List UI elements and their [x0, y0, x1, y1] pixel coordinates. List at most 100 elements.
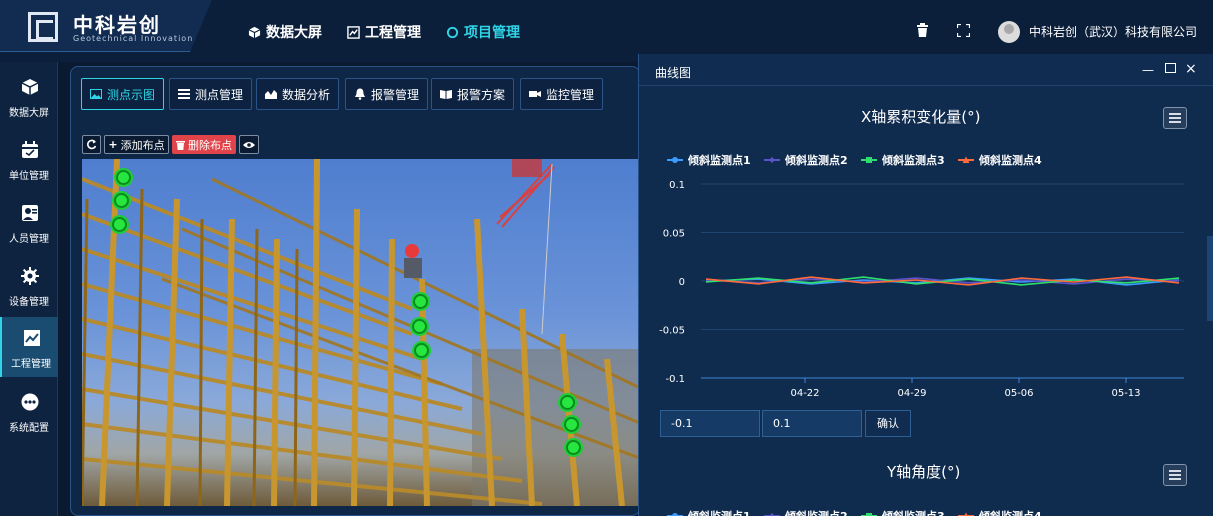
tab-point-mgmt[interactable]: 测点管理 [169, 78, 253, 110]
eye-icon [243, 141, 255, 148]
legend-label: 倾斜监测点2 [785, 508, 848, 516]
measure-point[interactable] [414, 343, 429, 358]
legend-marker [861, 513, 877, 516]
logo-icon [28, 12, 58, 42]
image-icon [90, 89, 102, 99]
sidebar-item-data-screen[interactable]: 数据大屏 [0, 66, 58, 126]
legend-label: 倾斜监测点3 [882, 154, 945, 167]
tab-label: 测点示图 [107, 87, 156, 102]
tab-label: 监控管理 [546, 87, 595, 102]
legend-marker [764, 513, 780, 516]
window-titlebar[interactable]: 曲线图 — × [639, 54, 1213, 86]
trash-icon[interactable] [916, 23, 929, 38]
close-icon[interactable]: × [1185, 61, 1197, 77]
y-tick-label: 0 [679, 277, 685, 288]
measure-point[interactable] [413, 294, 428, 309]
y-tick-label: -0.1 [665, 374, 685, 385]
legend-label: 倾斜监测点4 [979, 508, 1042, 516]
minimize-icon[interactable]: — [1142, 63, 1154, 77]
legend-item-1[interactable]: 倾斜监测点1 [667, 152, 751, 168]
chart2-legend-item-3[interactable]: 倾斜监测点3 [861, 508, 945, 516]
chart2-legend-item-4[interactable]: 倾斜监测点4 [958, 508, 1042, 516]
scrollbar[interactable] [1207, 236, 1213, 321]
tab-label: 数据分析 [282, 87, 331, 102]
chart2-legend-item-2[interactable]: 倾斜监测点2 [764, 508, 848, 516]
cube-icon [21, 79, 39, 95]
x-tick-label: 04-22 [790, 388, 819, 399]
sidebar-item-units[interactable]: 单位管理 [0, 129, 58, 189]
main-panel: 测点示图 测点管理 数据分析 报警管理 报警方案 监控管理 + 添加布点 删除布… [70, 66, 642, 516]
y-tick-label: -0.05 [659, 326, 685, 337]
tab-point-diagram[interactable]: 测点示图 [81, 78, 165, 110]
list-icon [178, 89, 190, 99]
legend-item-3[interactable]: 倾斜监测点3 [861, 152, 945, 168]
area-chart-icon [265, 90, 277, 99]
legend-item-4[interactable]: 倾斜监测点4 [958, 152, 1042, 168]
legend-label: 倾斜监测点1 [688, 154, 751, 167]
chart-icon [347, 25, 360, 39]
y-min-input[interactable]: -0.1 [660, 410, 760, 437]
chart1-menu-button[interactable] [1163, 107, 1187, 129]
book-icon [440, 90, 452, 99]
chart2-legend-item-1[interactable]: 倾斜监测点1 [667, 508, 751, 516]
calendar-icon [22, 141, 38, 158]
measure-point[interactable] [112, 217, 127, 232]
site-photo[interactable] [82, 159, 642, 506]
x-tick-label: 05-13 [1111, 388, 1140, 399]
sidebar-item-personnel[interactable]: 人员管理 [0, 192, 58, 252]
topnav-item-mgmt[interactable]: 项目管理 [446, 22, 520, 42]
measure-point[interactable] [114, 193, 129, 208]
legend-marker [958, 512, 974, 516]
sidebar-item-label: 设备管理 [9, 297, 49, 308]
plus-icon: + [108, 138, 118, 151]
tab-label: 测点管理 [195, 87, 244, 102]
tab-data-analysis[interactable]: 数据分析 [256, 78, 340, 110]
tab-alarm-mgmt[interactable]: 报警管理 [345, 78, 429, 110]
trash-icon [176, 140, 185, 150]
measure-point[interactable] [560, 395, 575, 410]
add-point-button[interactable]: + 添加布点 [104, 135, 169, 154]
tab-label: 报警管理 [371, 87, 420, 102]
sidebar-item-devices[interactable]: 设备管理 [0, 255, 58, 315]
sidebar-item-settings[interactable]: 系统配置 [0, 381, 58, 441]
y-tick-label: 0.05 [663, 229, 685, 240]
y-max-input[interactable]: 0.1 [762, 410, 862, 437]
fullscreen-icon[interactable] [957, 24, 970, 37]
topnav-data-screen[interactable]: 数据大屏 [248, 22, 322, 42]
sidebar-item-label: 数据大屏 [9, 108, 49, 119]
legend-marker [667, 157, 683, 163]
chart-icon [24, 330, 40, 346]
confirm-button[interactable]: 确认 [865, 410, 911, 437]
avatar[interactable] [998, 21, 1020, 43]
add-point-label: 添加布点 [120, 138, 165, 152]
measure-point[interactable] [116, 170, 131, 185]
legend-label: 倾斜监测点2 [785, 154, 848, 167]
curve-chart-window: 曲线图 — × X轴累积变化量(°) 倾斜监测点1 倾斜监测点2 倾斜监测点3 … [638, 54, 1213, 516]
tab-monitor-mgmt[interactable]: 监控管理 [520, 78, 604, 110]
topnav-project-mgmt[interactable]: 工程管理 [347, 22, 421, 42]
circle-icon [446, 26, 459, 38]
y-tick-label: 0.1 [669, 180, 685, 191]
legend-marker [764, 157, 780, 163]
view-toggle-button[interactable] [239, 135, 259, 154]
x-tick-label: 04-29 [897, 388, 926, 399]
window-title: 曲线图 [655, 66, 692, 80]
legend-marker [667, 513, 683, 516]
measure-point[interactable] [566, 440, 581, 455]
chart2-menu-button[interactable] [1163, 464, 1187, 486]
legend-item-2[interactable]: 倾斜监测点2 [764, 152, 848, 168]
refresh-button[interactable] [82, 135, 101, 154]
sidebar-item-projects[interactable]: 工程管理 [0, 317, 58, 377]
sidebar: 数据大屏 单位管理 人员管理 设备管理 工程管理 系统配置 [0, 62, 58, 516]
sidebar-item-label: 系统配置 [9, 423, 49, 434]
topnav-label: 数据大屏 [266, 25, 322, 41]
delete-point-button[interactable]: 删除布点 [172, 135, 236, 154]
measure-point[interactable] [564, 417, 579, 432]
maximize-icon[interactable] [1165, 63, 1176, 73]
tab-alarm-plan[interactable]: 报警方案 [431, 78, 515, 110]
refresh-icon [87, 139, 97, 150]
tab-label: 报警方案 [457, 87, 506, 102]
gear-icon [21, 267, 39, 285]
chart1-plot[interactable]: 0.1 0.05 0 -0.05 -0.1 04-22 04-29 05-06 05-13 [639, 174, 1213, 399]
measure-point[interactable] [412, 319, 427, 334]
